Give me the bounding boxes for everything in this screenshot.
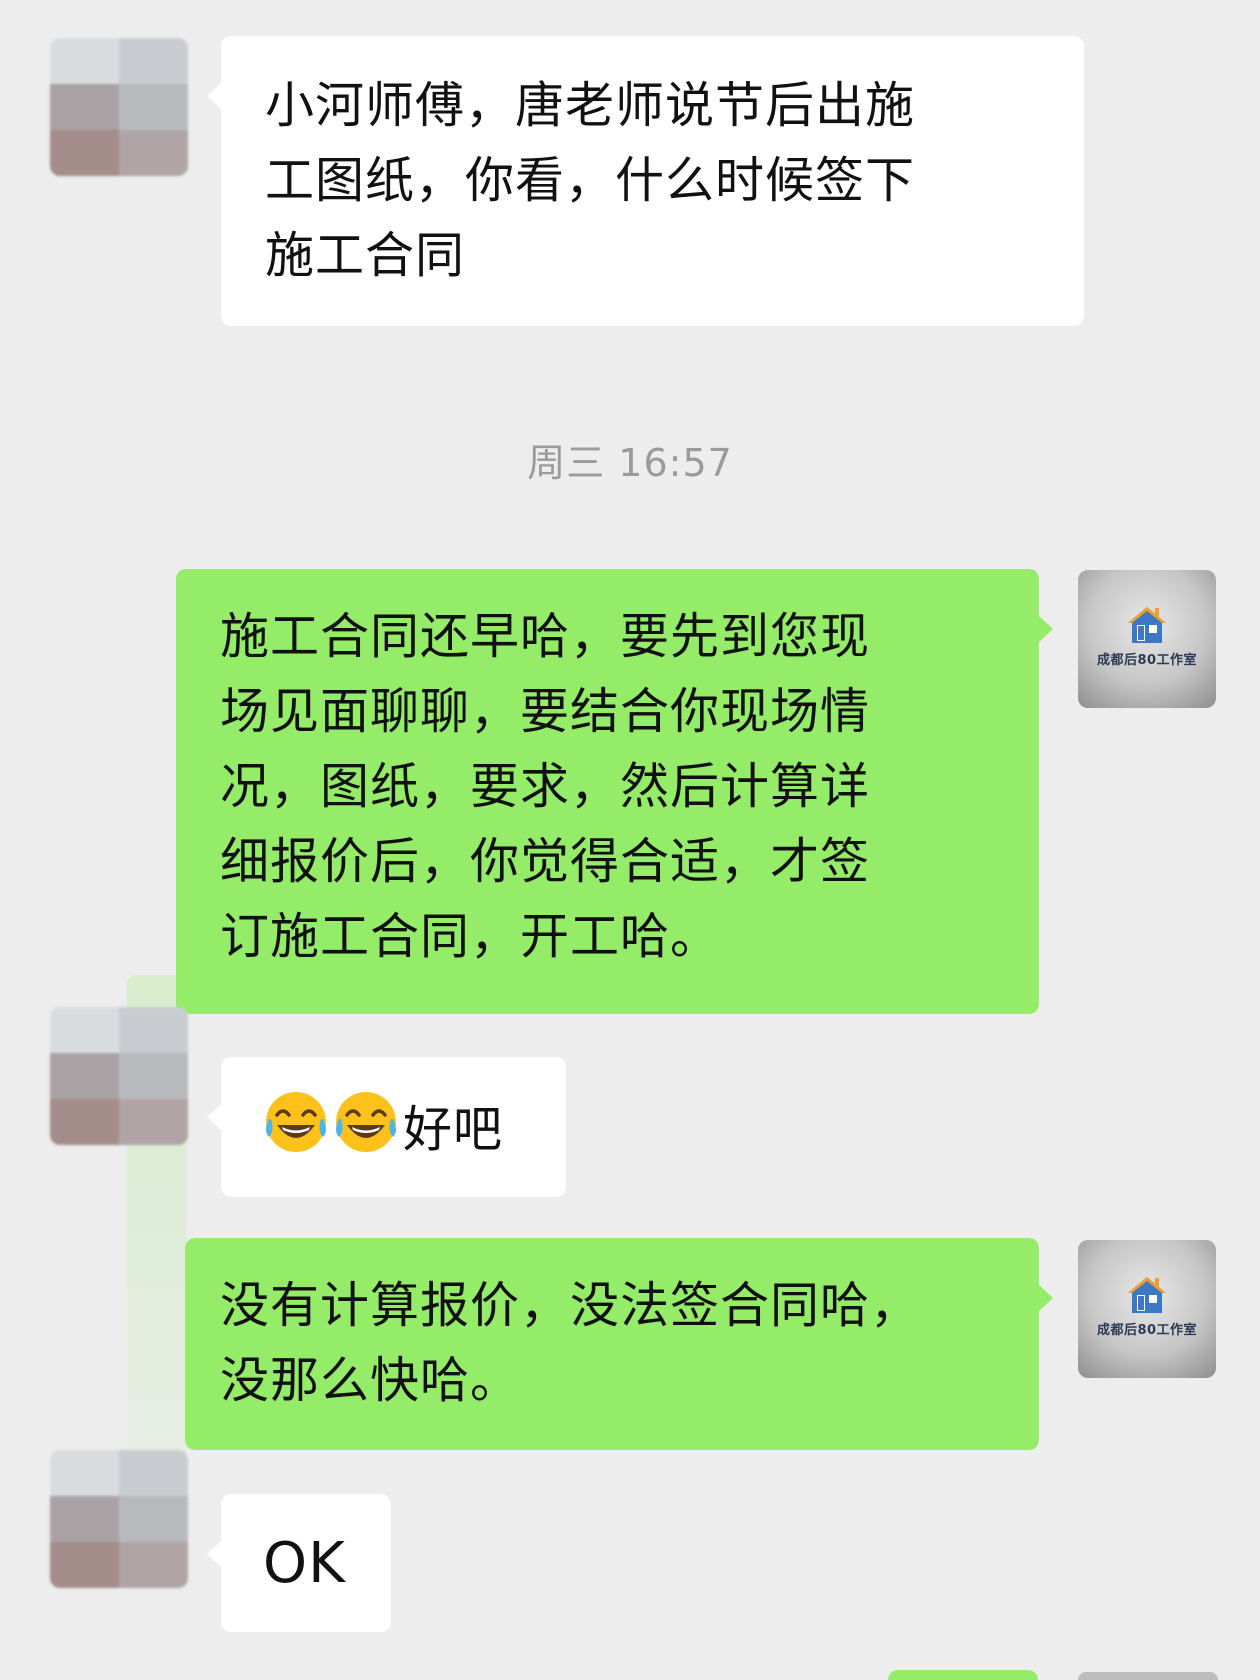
message-text-line: 场见面聊聊，要结合你现场情 — [220, 683, 871, 740]
message-text-line: 细报价后，你觉得合适，才签 — [220, 833, 871, 890]
laughing-tears-emoji — [266, 1092, 326, 1152]
laughing-tears-emoji — [336, 1092, 396, 1152]
logo-text: 成都后80工作室 — [1096, 652, 1198, 668]
message-bubble-incoming[interactable]: OK — [207, 1494, 391, 1632]
message-text: OK — [263, 1531, 346, 1596]
message-text-line: 没那么快哈。 — [220, 1352, 521, 1409]
contact-avatar[interactable] — [50, 1007, 188, 1145]
house-logo-icon — [1128, 1276, 1166, 1313]
contact-avatar[interactable] — [50, 1450, 188, 1588]
message-text-line: 况，图纸，要求，然后计算详 — [220, 758, 871, 815]
message-bubble-outgoing[interactable]: 施工合同还早哈，要先到您现 场见面聊聊，要结合你现场情 况，图纸，要求，然后计算… — [176, 569, 1053, 1014]
message-bubble-outgoing[interactable]: 没有计算报价，没法签合同哈， 没那么快哈。 — [185, 1238, 1053, 1450]
next-avatar-partial[interactable] — [1078, 1672, 1218, 1680]
contact-avatar[interactable] — [50, 38, 188, 176]
logo-text: 成都后80工作室 — [1096, 1322, 1198, 1338]
message-timestamp: 周三 16:57 — [527, 441, 733, 485]
message-text-line: 工图纸，你看，什么时候签下 — [265, 152, 916, 209]
next-message-bubble-partial[interactable] — [888, 1670, 1038, 1680]
my-avatar[interactable]: 成都后80工作室 — [1078, 1240, 1216, 1378]
my-avatar[interactable]: 成都后80工作室 — [1078, 570, 1216, 708]
message-bubble-incoming[interactable]: 小河师傅，唐老师说节后出施 工图纸，你看，什么时候签下 施工合同 — [207, 36, 1084, 326]
house-logo-icon — [1128, 606, 1166, 643]
message-text-line: 订施工合同，开工哈。 — [220, 908, 721, 965]
message-text-line: 施工合同 — [265, 227, 466, 284]
message-bubble-incoming[interactable]: 好吧 — [207, 1057, 566, 1197]
message-text-line: 没有计算报价，没法签合同哈， — [220, 1277, 921, 1334]
message-text-line: 小河师傅，唐老师说节后出施 — [265, 77, 916, 134]
message-text: 好吧 — [403, 1101, 504, 1158]
message-text-line: 施工合同还早哈，要先到您现 — [220, 608, 871, 665]
